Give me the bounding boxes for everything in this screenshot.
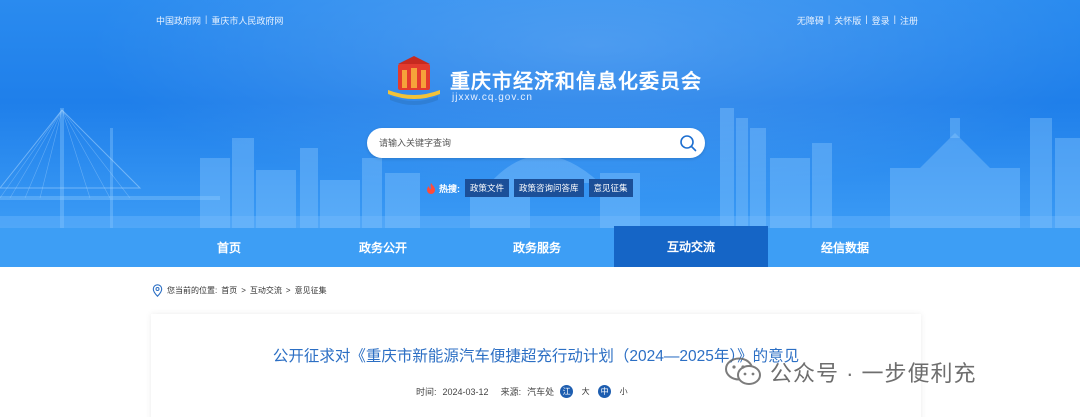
top-links-right: 无障碍 | 关怀版 | 登录 | 注册 <box>797 14 918 27</box>
link-gov-cn[interactable]: 中国政府网 <box>156 14 201 27</box>
time-label: 时间: <box>416 387 437 397</box>
hot-search: 热搜: 政策文件 政策咨询问答库 意见征集 <box>426 179 633 197</box>
nav-gov-services[interactable]: 政务服务 <box>460 228 614 267</box>
breadcrumb-sep: > <box>285 286 291 295</box>
publish-date: 2024-03-12 <box>442 386 489 397</box>
hot-tag-policy-qa[interactable]: 政策咨询问答库 <box>514 179 584 197</box>
wechat-watermark: 公众号 · 一步便利充 <box>724 356 977 388</box>
separator: | <box>827 14 831 24</box>
breadcrumb-interaction[interactable]: 互动交流 <box>250 285 282 296</box>
font-size-large[interactable]: 大 <box>579 385 592 398</box>
watermark-text: 公众号 · 一步便利充 <box>770 361 977 386</box>
breadcrumb: 您当前的位置: 首页 > 互动交流 > 意见征集 <box>152 284 327 297</box>
link-care-version[interactable]: 关怀版 <box>834 14 861 27</box>
link-cq-gov[interactable]: 重庆市人民政府网 <box>211 14 283 27</box>
search-bar <box>367 128 705 158</box>
font-size-small[interactable]: 小 <box>617 385 630 398</box>
hot-search-text: 热搜: <box>439 183 460 194</box>
source-label: 来源: <box>500 387 522 397</box>
breadcrumb-opinion[interactable]: 意见征集 <box>295 285 327 296</box>
site-domain: jjxxw.cq.gov.cn <box>452 92 533 103</box>
search-icon[interactable] <box>679 134 697 152</box>
fire-icon <box>427 182 435 194</box>
location-pin-icon <box>152 284 163 297</box>
hot-tag-policy-docs[interactable]: 政策文件 <box>465 179 510 197</box>
hot-tag-opinion[interactable]: 意见征集 <box>588 179 633 197</box>
emblem-icon <box>388 56 440 105</box>
main-nav: 首页 政务公开 政务服务 互动交流 经信数据 <box>0 226 1080 267</box>
source-value: 汽车处 <box>527 387 555 397</box>
breadcrumb-home[interactable]: 首页 <box>221 285 237 296</box>
font-size-medium[interactable]: 中 <box>598 385 612 398</box>
search-input[interactable] <box>379 135 669 151</box>
wechat-icon <box>725 357 761 385</box>
link-login[interactable]: 登录 <box>872 14 890 27</box>
header-banner: 中国政府网 | 重庆市人民政府网 无障碍 | 关怀版 | 登录 | 注册 重庆市… <box>0 0 1080 228</box>
link-register[interactable]: 注册 <box>900 14 918 27</box>
nav-home[interactable]: 首页 <box>152 228 306 267</box>
site-logo[interactable]: 重庆市经济和信息化委员会 jjxxw.cq.gov.cn <box>386 56 706 110</box>
breadcrumb-prefix: 您当前的位置: <box>167 286 218 295</box>
nav-interaction[interactable]: 互动交流 <box>614 226 768 267</box>
separator: | <box>205 14 208 24</box>
top-links-left: 中国政府网 | 重庆市人民政府网 <box>156 14 283 27</box>
hot-search-label: 热搜: <box>426 182 460 195</box>
nav-data[interactable]: 经信数据 <box>768 228 922 267</box>
speak-button[interactable]: 江 <box>560 385 574 398</box>
breadcrumb-sep: > <box>241 286 246 295</box>
article-meta: 时间: 2024-03-12 来源: 汽车处 江 大 中 小 <box>416 385 630 398</box>
nav-gov-affairs[interactable]: 政务公开 <box>306 228 460 267</box>
separator: | <box>893 14 896 24</box>
link-accessibility[interactable]: 无障碍 <box>797 14 824 27</box>
separator: | <box>865 14 868 24</box>
site-title: 重庆市经济和信息化委员会 <box>450 71 702 93</box>
